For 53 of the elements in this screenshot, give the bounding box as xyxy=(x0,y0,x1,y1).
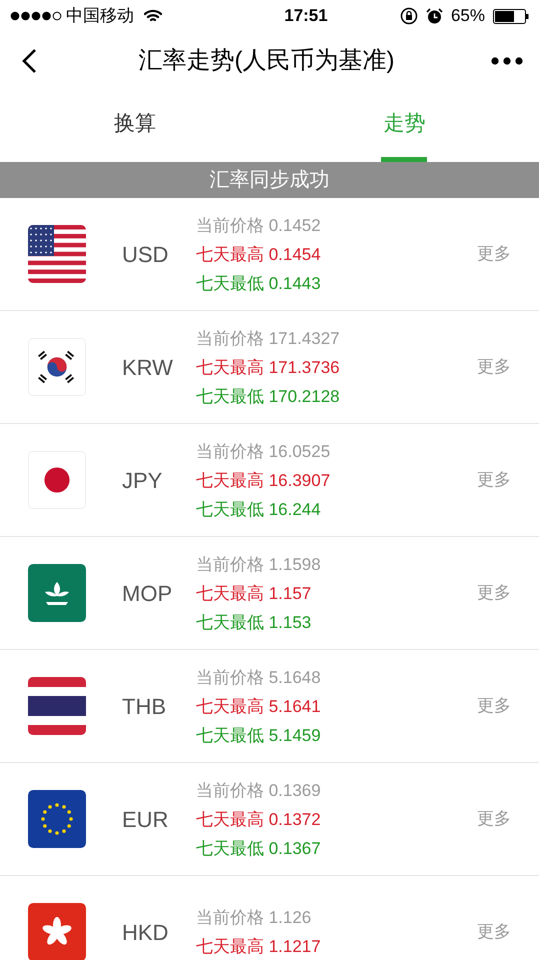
flag-icon xyxy=(28,790,86,848)
flag-icon xyxy=(28,338,86,396)
current-price: 当前价格 1.126 xyxy=(196,907,312,929)
seven-day-low: 七天最低 16.244 xyxy=(196,498,322,520)
current-price: 当前价格 1.1598 xyxy=(196,554,322,576)
battery-icon xyxy=(492,8,529,24)
flag-icon xyxy=(28,564,86,622)
seven-day-high: 七天最高 171.3736 xyxy=(196,356,341,378)
current-price: 当前价格 16.0525 xyxy=(196,440,332,462)
more-link[interactable]: 更多 xyxy=(477,919,511,945)
seven-day-high: 七天最高 16.3907 xyxy=(196,470,332,492)
alarm-icon xyxy=(426,8,443,24)
seven-day-low: 七天最低 0.1443 xyxy=(196,272,322,294)
seven-day-low: 七天最低 5.1459 xyxy=(196,724,322,746)
seven-day-low: 七天最低 0.1367 xyxy=(196,838,322,860)
currency-code: JPY xyxy=(122,466,164,494)
currency-code: USD xyxy=(122,240,170,268)
flag-icon xyxy=(28,677,86,735)
current-price: 当前价格 0.1369 xyxy=(196,780,322,802)
more-link[interactable]: 更多 xyxy=(477,467,511,493)
seven-day-low: 七天最低 1.153 xyxy=(196,612,312,634)
signal-icon xyxy=(10,11,62,21)
wifi-icon xyxy=(144,9,162,23)
carrier-name: 中国移动 xyxy=(66,5,134,28)
seven-day-high: 七天最高 0.1454 xyxy=(196,244,322,266)
rotation-lock-icon xyxy=(400,7,418,25)
more-link[interactable]: 更多 xyxy=(477,241,511,267)
current-price: 当前价格 0.1452 xyxy=(196,214,322,236)
status-time: 17:51 xyxy=(284,5,328,28)
more-link[interactable]: 更多 xyxy=(477,580,511,606)
current-price: 当前价格 5.1648 xyxy=(196,666,322,688)
currency-code: KRW xyxy=(122,354,174,382)
flag-icon xyxy=(28,225,86,283)
tab[interactable]: 换算 xyxy=(112,90,158,162)
back-icon xyxy=(21,48,37,74)
more-link[interactable]: 更多 xyxy=(477,806,511,832)
seven-day-high: 七天最高 0.1372 xyxy=(196,808,322,830)
battery-percent: 65% xyxy=(450,5,485,28)
more-link[interactable]: 更多 xyxy=(477,693,511,719)
flag-icon xyxy=(28,451,86,509)
currency-code: HKD xyxy=(122,918,170,946)
more-link[interactable]: 更多 xyxy=(477,354,511,380)
seven-day-high: 七天最高 1.157 xyxy=(196,582,312,604)
current-price: 当前价格 171.4327 xyxy=(196,328,341,350)
currency-code: EUR xyxy=(122,806,170,834)
currency-code: MOP xyxy=(122,580,174,608)
more-icon xyxy=(490,57,523,65)
seven-day-high: 七天最高 5.1641 xyxy=(196,696,322,718)
seven-day-low: 七天最低 170.2128 xyxy=(196,386,341,408)
sync-banner: 汇率同步成功 xyxy=(0,162,539,198)
page-title: 汇率走势(人民币为基准) xyxy=(138,46,394,76)
seven-day-high: 七天最高 1.1217 xyxy=(196,936,322,958)
currency-code: THB xyxy=(122,692,167,720)
